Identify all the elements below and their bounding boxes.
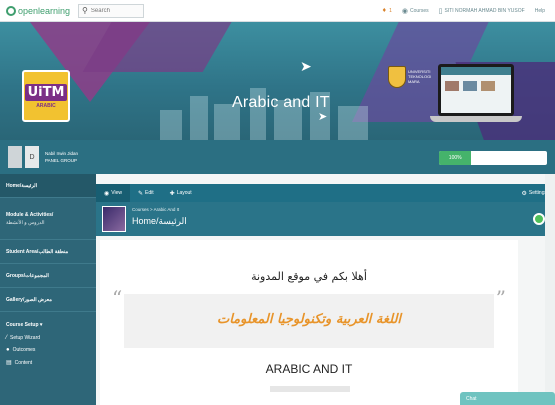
progress-label: 100% [448, 155, 462, 161]
courses-button[interactable]: ◉ Courses [402, 7, 429, 15]
edit-button[interactable]: ✎ Edit [130, 184, 162, 202]
sidebar-item-label: Groups/المجموعات [6, 272, 49, 279]
quote-text: اللغة العربية وتكنولوجيا المعلومات [216, 312, 402, 327]
chat-label: Chat [466, 395, 477, 402]
user-name-label: SITI NORMAH AHMAD BIN YUSOF [444, 7, 525, 14]
course-sidebar: Home/الرئيسة Module & Activities/ الدروس… [0, 174, 96, 405]
help-button[interactable]: Help [535, 8, 545, 14]
course-setup-toggle[interactable]: Course Setup ▾ [0, 312, 96, 332]
notification-count: 1 [389, 7, 392, 14]
view-button[interactable]: ◉ View [96, 184, 130, 202]
top-navigation-bar: openlearning ⚲ ♦ 1 ◉ Courses ▯ SITI NORM… [0, 0, 555, 22]
user-info-strip: D Nabil Irwin Jidan PANEL GROUP 100% [0, 140, 555, 174]
paper-plane-icon: ➤ [300, 58, 312, 74]
quote-close-icon: ” [495, 286, 506, 310]
breadcrumb[interactable]: Courses > Arabic And It [132, 207, 179, 212]
logo-text: openlearning [18, 5, 71, 16]
sidebar-item-groups[interactable]: Groups/المجموعات [0, 264, 96, 288]
sidebar-item-sublabel: الدروس و الأنشطة [6, 219, 45, 226]
top-right-menu: ♦ 1 ◉ Courses ▯ SITI NORMAH AHMAD BIN YU… [383, 7, 555, 15]
course-thumbnail [102, 206, 126, 232]
quote-open-icon: “ [112, 286, 123, 310]
page-title: Home/الرئيسة [132, 216, 187, 226]
page-toolbar: ◉ View ✎ Edit ✚ Layout ⚙ Settings [96, 184, 555, 202]
course-banner: UiTM ARABIC ➤ ➤ Arabic and IT UNIVERSITI… [0, 22, 555, 140]
sidebar-item-modules[interactable]: Module & Activities/ الدروس و الأنشطة [0, 198, 96, 240]
courses-label: Courses [410, 7, 429, 14]
banner-title: Arabic and IT [232, 94, 330, 111]
user-menu-button[interactable]: ▯ SITI NORMAH AHMAD BIN YUSOF [439, 7, 525, 15]
layout-button[interactable]: ✚ Layout [162, 184, 200, 202]
layout-icon: ✚ [169, 190, 175, 197]
sidebar-item-content[interactable]: ▤ Content [0, 356, 96, 369]
faint-text-line [270, 386, 350, 392]
uitm-arabic-logo: UiTM ARABIC [22, 70, 70, 122]
sidebar-item-label: Content [14, 359, 33, 366]
content-heading: ARABIC AND IT [265, 362, 353, 376]
view-label: View [111, 190, 122, 196]
notifications-button[interactable]: ♦ 1 [383, 7, 392, 14]
sidebar-item-outcomes[interactable]: ● Outcomes [0, 344, 96, 356]
page-scrollbar[interactable] [545, 174, 555, 405]
bell-icon: ♦ [382, 7, 387, 14]
user-name: Nabil Irwin Jidan PANEL GROUP [45, 150, 78, 164]
quote-block: “ ” اللغة العربية وتكنولوجيا المعلومات [112, 286, 506, 348]
page-status-icon[interactable] [533, 213, 545, 225]
course-progress-bar: 100% [439, 151, 547, 165]
sidebar-item-label: Outcomes [12, 347, 36, 353]
logo-sub-text: ARABIC [36, 102, 56, 109]
page-header: Courses > Arabic And It Home/الرئيسة [96, 202, 555, 236]
sidebar-item-label: Module & Activities/ [6, 211, 54, 218]
welcome-text: أهلا بكم في موقع المدونة [251, 270, 367, 283]
chat-tab[interactable]: Chat [460, 392, 555, 405]
wand-icon: ⁄ [6, 335, 8, 341]
logo-circle-icon [6, 5, 16, 16]
layout-label: Layout [176, 190, 192, 196]
user-name-line: Nabil Irwin Jidan [45, 151, 79, 156]
user-initial-avatar[interactable]: D [25, 146, 39, 168]
gear-icon: ⚙ [521, 190, 527, 197]
edit-label: Edit [145, 190, 154, 196]
logo-main-text: UiTM [24, 83, 68, 101]
search-icon: ⚲ [82, 6, 88, 15]
sidebar-item-home[interactable]: Home/الرئيسة [0, 174, 96, 198]
page-body: أهلا بكم في موقع المدونة “ ” اللغة العرب… [100, 240, 518, 405]
sidebar-item-label: Student Area/منطقة الطالب [6, 248, 69, 255]
openlearning-logo[interactable]: openlearning [6, 5, 71, 16]
progress-fill: 100% [439, 151, 472, 165]
crest-shield-icon [388, 66, 406, 88]
user-group-line: PANEL GROUP [45, 158, 78, 163]
courses-icon: ◉ [401, 7, 409, 15]
avatar[interactable] [8, 146, 22, 168]
laptop-image [430, 64, 522, 126]
sidebar-item-gallery[interactable]: Gallery/معرض الصور [0, 288, 96, 312]
sidebar-item-setup-wizard[interactable]: ⁄ Setup Wizard [0, 332, 96, 344]
help-label: Help [534, 7, 545, 14]
sidebar-item-student-area[interactable]: Student Area/منطقة الطالب [0, 240, 96, 264]
search-input[interactable] [90, 7, 131, 14]
pencil-icon: ✎ [138, 190, 144, 197]
target-icon: ● [6, 347, 10, 353]
search-box[interactable]: ⚲ [78, 3, 145, 18]
user-icon: ▯ [438, 7, 443, 15]
sidebar-item-label: Setup Wizard [10, 335, 41, 341]
sidebar-item-label: Gallery/معرض الصور [6, 296, 52, 303]
content-icon: ▤ [6, 360, 12, 366]
main-content-area: ◉ View ✎ Edit ✚ Layout ⚙ Settings Course… [96, 174, 555, 405]
eye-icon: ◉ [104, 190, 110, 197]
sidebar-item-label: Home/الرئيسة [6, 182, 37, 189]
